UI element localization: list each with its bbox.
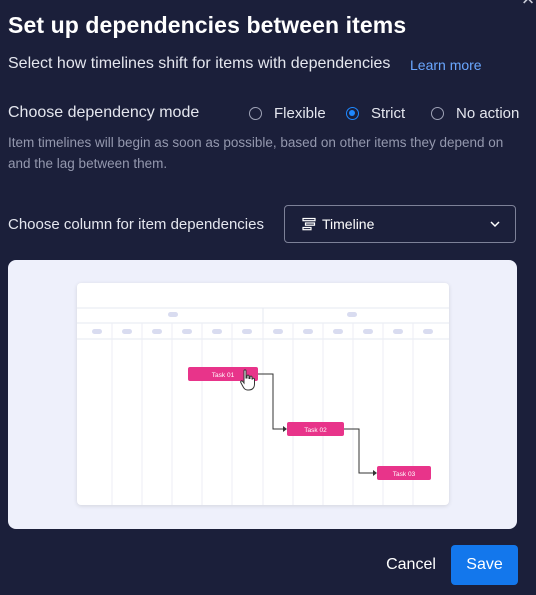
radio-strict-label: Strict (371, 105, 406, 122)
radio-circle-icon (249, 107, 262, 120)
radio-checked-icon (346, 107, 359, 120)
radio-strict[interactable]: Strict (346, 105, 405, 122)
mode-description: Item timelines will begin as soon as pos… (8, 135, 504, 171)
task-label-1: Task 01 (212, 372, 235, 379)
radio-no-action-label: No action (456, 105, 520, 122)
radio-circle-icon (431, 107, 444, 120)
dialog-title: Set up dependencies between items (8, 12, 407, 38)
radio-flexible-label: Flexible (274, 105, 326, 122)
dependency-preview: Task 01 Task 02 Task 03 (8, 260, 517, 529)
timeline-icon (302, 217, 316, 231)
radio-no-action[interactable]: No action (431, 105, 519, 122)
save-button[interactable]: Save (451, 545, 518, 585)
task-label-3: Task 03 (393, 471, 416, 478)
dialog-subtitle: Select how timelines shift for items wit… (8, 55, 391, 72)
cancel-button[interactable]: Cancel (375, 545, 447, 585)
gantt-illustration: Task 01 Task 02 Task 03 (77, 307, 449, 505)
select-value: Timeline (322, 216, 375, 232)
gantt-preview: Task 01 Task 02 Task 03 (77, 283, 449, 505)
learn-more-link[interactable]: Learn more (410, 57, 482, 73)
dependency-column-select[interactable]: Timeline (284, 205, 516, 243)
dependency-mode-label: Choose dependency mode (8, 104, 200, 121)
close-icon[interactable]: × (519, 0, 536, 10)
radio-flexible[interactable]: Flexible (249, 105, 326, 122)
task-label-2: Task 02 (304, 427, 327, 434)
dependency-column-label: Choose column for item dependencies (8, 216, 264, 233)
chevron-down-icon (490, 221, 500, 228)
